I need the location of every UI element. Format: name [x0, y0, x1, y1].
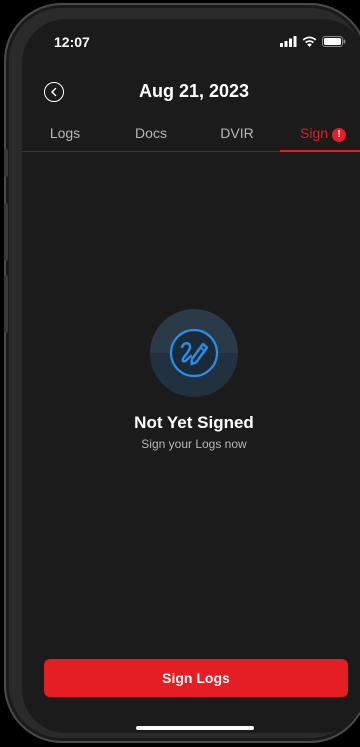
volume-down-button: [4, 275, 8, 333]
status-bar: 12:07: [22, 19, 360, 63]
sign-logs-button[interactable]: Sign Logs: [44, 659, 348, 697]
tab-docs[interactable]: Docs: [108, 115, 194, 151]
tab-bar: Logs Docs DVIR Sign!: [22, 115, 360, 152]
page-title: Aug 21, 2023: [138, 81, 250, 101]
signature-illustration: [150, 309, 238, 397]
phone-frame: 12:07 Aug 21, 2023 Logs Docs DVIR Sign !…: [4, 3, 360, 743]
volume-up-button: [4, 203, 8, 261]
battery-icon: [322, 36, 346, 47]
tab-dvir[interactable]: DVIR: [194, 115, 280, 151]
status-time: 12:07: [54, 34, 90, 50]
alert-icon: !: [332, 128, 347, 142]
tab-sign-label: Sign: [299, 125, 329, 141]
screen: 12:07 Aug 21, 2023 Logs Docs DVIR Sign !…: [22, 19, 360, 733]
tab-logs-label: Logs: [49, 125, 81, 141]
header: Aug 21, 2023: [22, 74, 360, 110]
tab-docs-label: Docs: [135, 125, 167, 141]
empty-state-title: Not Yet Signed: [134, 413, 254, 432]
signature-pen-icon: [169, 328, 219, 378]
mute-switch: [4, 149, 8, 177]
tab-sign[interactable]: Sign!: [280, 115, 360, 152]
empty-state-subtitle: Sign your Logs now: [141, 437, 247, 451]
home-indicator[interactable]: [136, 726, 254, 730]
empty-state: Not Yet Signed Sign your Logs now: [22, 309, 360, 451]
tab-logs[interactable]: Logs: [22, 115, 108, 151]
wifi-icon: [302, 36, 317, 47]
status-icons: [280, 36, 346, 47]
signal-icon: [280, 36, 297, 47]
tab-dvir-label: DVIR: [220, 125, 254, 141]
